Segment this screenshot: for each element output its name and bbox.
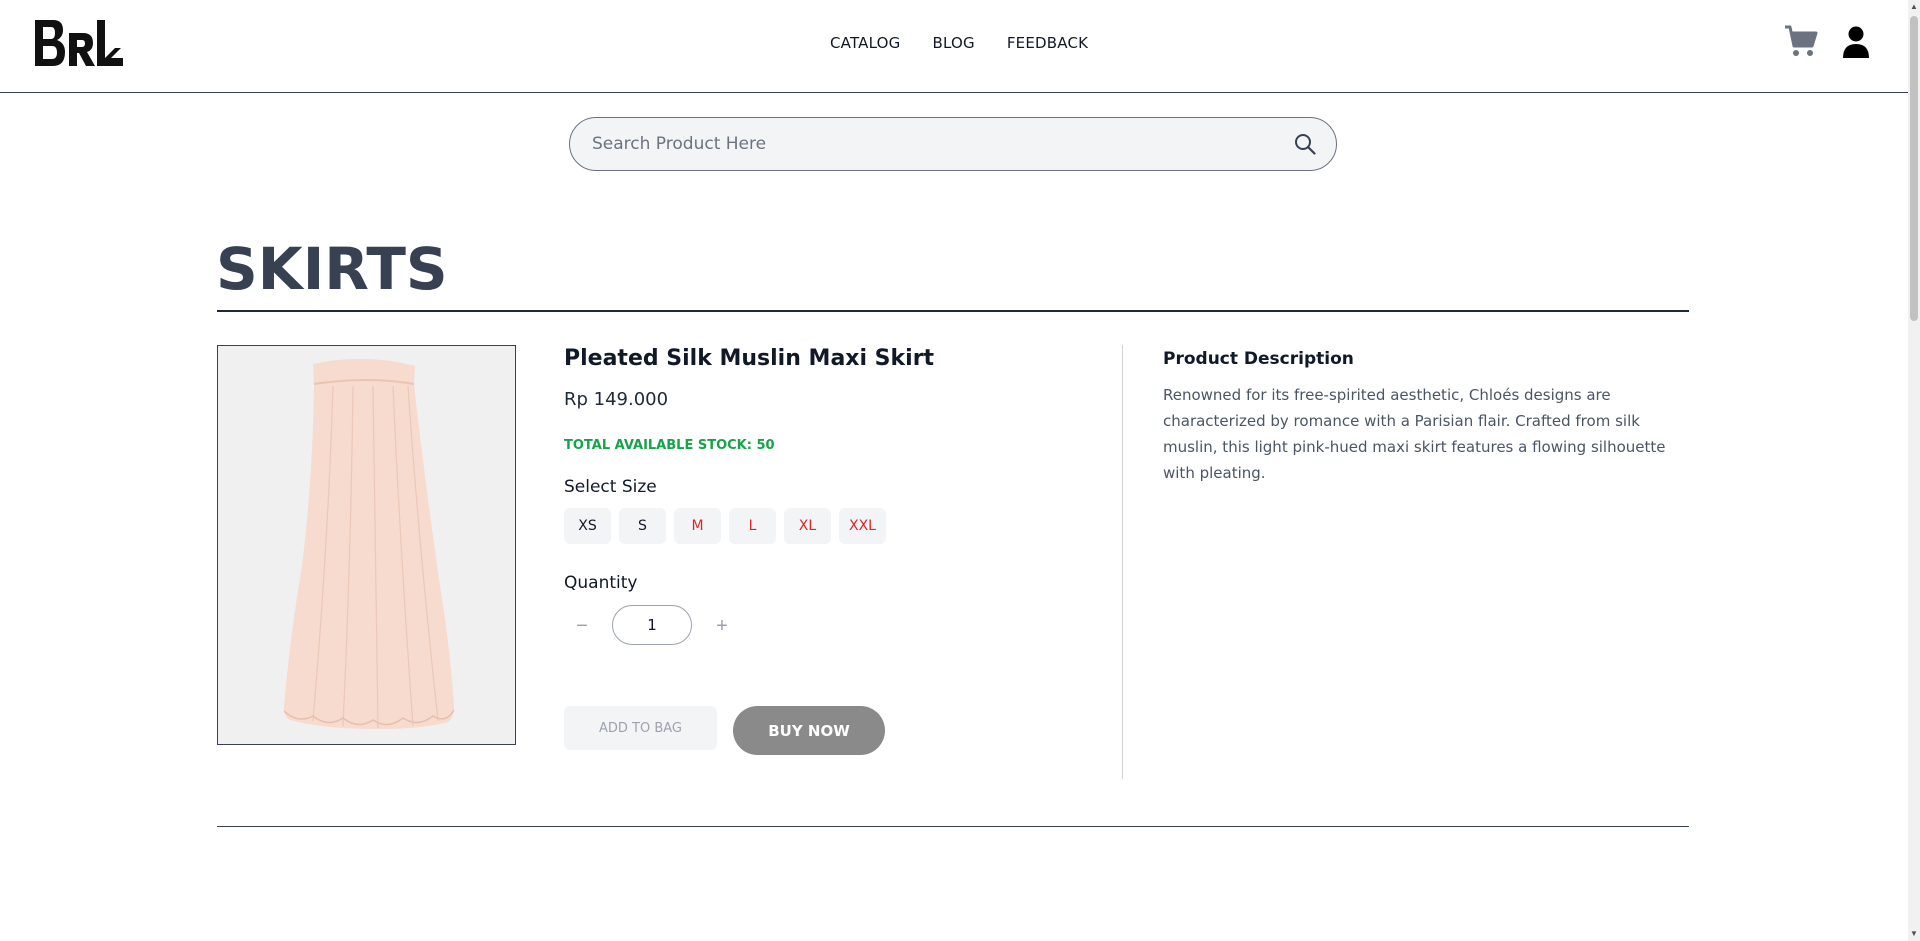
select-size-label: Select Size bbox=[564, 477, 657, 497]
search-input[interactable] bbox=[592, 118, 1272, 170]
size-xl-button[interactable]: XL bbox=[784, 508, 831, 544]
size-l-button[interactable]: L bbox=[729, 508, 776, 544]
search-bar bbox=[569, 117, 1337, 171]
category-title: SKIRTS bbox=[216, 235, 448, 303]
description-text: Renowned for its free-spirited aesthetic… bbox=[1163, 386, 1666, 482]
quantity-increase-button[interactable]: + bbox=[713, 616, 731, 636]
stock-text: TOTAL AVAILABLE STOCK: 50 bbox=[564, 438, 775, 453]
add-to-bag-button[interactable]: ADD TO BAG bbox=[564, 706, 717, 750]
product-image[interactable] bbox=[217, 345, 516, 745]
scroll-thumb[interactable] bbox=[1910, 16, 1918, 321]
site-header: CATALOG BLOG FEEDBACK bbox=[0, 0, 1908, 93]
nav-feedback[interactable]: FEEDBACK bbox=[1007, 34, 1088, 52]
description-title: Product Description bbox=[1163, 349, 1354, 369]
product-price: Rp 149.000 bbox=[564, 389, 669, 410]
column-divider bbox=[1122, 345, 1123, 779]
nav-blog[interactable]: BLOG bbox=[932, 34, 974, 52]
quantity-label: Quantity bbox=[564, 573, 638, 593]
nav-catalog[interactable]: CATALOG bbox=[830, 34, 900, 52]
scroll-up-arrow-icon[interactable]: ▲ bbox=[1908, 0, 1920, 14]
product-name: Pleated Silk Muslin Maxi Skirt bbox=[564, 346, 935, 371]
size-xs-button[interactable]: XS bbox=[564, 508, 611, 544]
quantity-input[interactable] bbox=[612, 605, 692, 645]
cart-icon[interactable] bbox=[1784, 24, 1818, 58]
page-scrollbar[interactable]: ▲ ▼ bbox=[1908, 0, 1920, 941]
scroll-down-arrow-icon[interactable]: ▼ bbox=[1908, 927, 1920, 941]
skirt-image bbox=[218, 346, 515, 744]
user-icon[interactable] bbox=[1843, 26, 1869, 58]
quantity-decrease-button[interactable]: − bbox=[573, 616, 591, 636]
search-icon[interactable] bbox=[1294, 133, 1316, 155]
category-divider bbox=[217, 310, 1689, 312]
size-s-button[interactable]: S bbox=[619, 508, 666, 544]
buy-now-button[interactable]: BUY NOW bbox=[733, 706, 885, 755]
size-options: XS S M L XL XXL bbox=[564, 508, 886, 544]
brl-logo[interactable] bbox=[35, 20, 123, 66]
main-nav: CATALOG BLOG FEEDBACK bbox=[830, 34, 1088, 52]
size-xxl-button[interactable]: XXL bbox=[839, 508, 886, 544]
section-divider bbox=[217, 826, 1689, 827]
size-m-button[interactable]: M bbox=[674, 508, 721, 544]
